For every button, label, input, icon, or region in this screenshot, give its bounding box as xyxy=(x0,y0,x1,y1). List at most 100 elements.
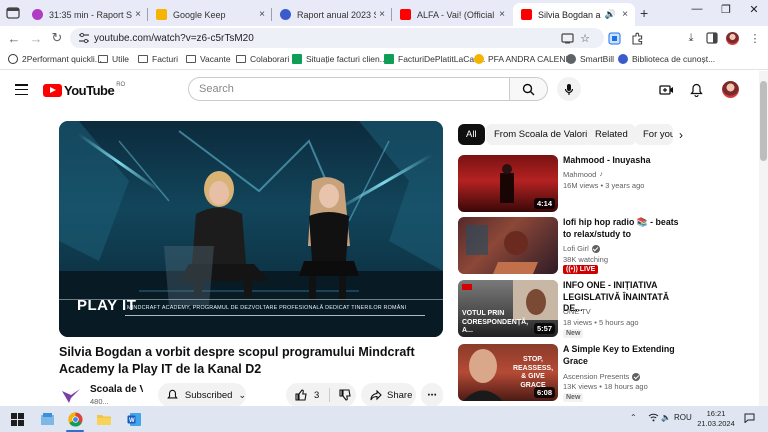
video-thumbnail[interactable]: STOP, REASSESS, & GIVE GRACE 6:08 xyxy=(458,344,558,401)
bookmark-facturi-de-platit[interactable]: FacturiDePlatitLaCas... xyxy=(384,54,485,64)
close-window-icon[interactable]: ✕ xyxy=(744,3,764,16)
close-tab-icon[interactable]: × xyxy=(376,9,388,20)
close-tab-icon[interactable]: × xyxy=(496,9,508,20)
bookmark-folder-vacante[interactable]: Vacante xyxy=(186,54,231,64)
close-tab-icon[interactable]: × xyxy=(256,9,268,20)
video-thumbnail[interactable] xyxy=(458,217,558,274)
browser-tab-strip: 31:35 min - Raport SDV 2... × Google Kee… xyxy=(0,0,768,26)
bookmark-2performant[interactable]: 2Performant quickli... xyxy=(8,54,102,64)
page-scrollbar[interactable] xyxy=(759,71,768,406)
video-thumbnail[interactable]: 4:14 xyxy=(458,155,558,212)
youtube-header: YouTube RO Search xyxy=(0,71,768,109)
recommendation-stats: 38K watching xyxy=(563,255,609,264)
chip-all[interactable]: All xyxy=(458,124,485,145)
bookmark-star-icon[interactable]: ☆ xyxy=(578,31,592,45)
reload-icon[interactable]: ↻ xyxy=(49,30,65,46)
close-tab-icon[interactable]: × xyxy=(619,9,631,20)
browser-menu-icon[interactable]: ⋮ xyxy=(748,31,762,45)
windows-start-icon[interactable] xyxy=(8,410,26,428)
recommendation-title[interactable]: A Simple Key to Extending Grace xyxy=(563,344,683,367)
chevron-up-icon[interactable]: ⌃ xyxy=(630,413,637,422)
close-tab-icon[interactable]: × xyxy=(132,9,144,20)
chip-related[interactable]: Related xyxy=(587,124,636,145)
word-icon[interactable]: W xyxy=(125,410,143,428)
new-tab-button[interactable]: + xyxy=(640,4,648,22)
language-indicator[interactable]: ROU xyxy=(674,413,692,422)
extensions-puzzle-icon[interactable] xyxy=(630,31,644,45)
network-icon[interactable] xyxy=(648,413,659,424)
tab-raport-sdv[interactable]: 31:35 min - Raport SDV 2... × xyxy=(24,3,148,26)
recommendation-title[interactable]: Mahmood - Inuyasha xyxy=(563,155,683,167)
recommendation-title[interactable]: lofi hip hop radio 📚 - beats to relax/st… xyxy=(563,217,683,240)
chip-for-you[interactable]: For you xyxy=(635,124,673,145)
bookmark-situatie-facturi[interactable]: Situație facturi clien... xyxy=(292,54,387,64)
bookmark-folder-utile[interactable]: Utile xyxy=(98,54,129,64)
back-icon[interactable]: ← xyxy=(6,30,22,46)
dislike-thumb-icon[interactable] xyxy=(338,388,352,402)
host-person-image xyxy=(299,177,359,301)
forward-icon[interactable]: → xyxy=(28,30,44,46)
like-thumb-icon[interactable] xyxy=(294,388,308,402)
folder-icon xyxy=(236,55,246,63)
chrome-icon[interactable] xyxy=(66,410,84,428)
notifications-bell-icon[interactable] xyxy=(688,82,704,98)
verified-check-icon xyxy=(591,244,600,253)
notification-center-icon[interactable] xyxy=(744,413,755,425)
profile-avatar-icon[interactable] xyxy=(725,31,739,45)
volume-icon[interactable]: 🔈 xyxy=(661,413,671,422)
restore-icon[interactable]: ❐ xyxy=(716,3,736,16)
tab-alfa-vai[interactable]: ALFA - Vai! (Official Video... × xyxy=(392,3,512,26)
recommendation-item[interactable]: VOTUL PRIN CORESPONDENȚĂ, A... 5:57 INFO… xyxy=(458,280,688,338)
search-input[interactable]: Search xyxy=(188,77,510,101)
channel-logo[interactable] xyxy=(60,385,82,407)
file-explorer-shortcut-icon[interactable] xyxy=(38,410,56,428)
tab-search-icon[interactable] xyxy=(6,4,20,22)
smartbill-icon xyxy=(566,54,576,64)
download-icon[interactable]: ⤓ xyxy=(684,31,698,45)
subscribed-button[interactable]: Subscribed ⌄ xyxy=(158,383,246,407)
channel-name[interactable]: Scoala de Valori xyxy=(90,384,143,395)
chevron-right-icon[interactable]: › xyxy=(679,128,683,142)
create-video-icon[interactable] xyxy=(658,82,674,98)
share-button[interactable]: Share xyxy=(361,383,416,407)
youtube-logo[interactable]: YouTube RO xyxy=(43,82,125,98)
bookmarks-bar: 2Performant quickli... Utile Facturi Vac… xyxy=(0,50,768,70)
bookmark-pfa-andra[interactable]: PFA ANDRA CALENI... xyxy=(474,54,575,64)
bookmark-folder-facturi[interactable]: Facturi xyxy=(138,54,178,64)
tab-raport-anual[interactable]: Raport anual 2023 SDV - ... × xyxy=(272,3,392,26)
recommendation-item[interactable]: STOP, REASSESS, & GIVE GRACE 6:08 A Simp… xyxy=(458,344,688,402)
search-button[interactable] xyxy=(510,77,548,101)
folder-app-icon[interactable] xyxy=(95,410,113,428)
recommendation-channel[interactable]: ONE TV xyxy=(563,306,591,317)
video-player[interactable]: PLAY IT MINDCRAFT ACADEMY, PROGRAMUL DE … xyxy=(59,121,443,337)
more-actions-button[interactable]: ⋯ xyxy=(421,383,443,407)
video-thumbnail[interactable]: VOTUL PRIN CORESPONDENȚĂ, A... 5:57 xyxy=(458,280,558,337)
tab-silvia-bogdan[interactable]: Silvia Bogdan a vorbit 🔊 × xyxy=(513,3,635,26)
address-bar[interactable]: youtube.com/watch?v=z6-c5rTsM20 xyxy=(70,28,604,48)
bookmark-smartbill[interactable]: SmartBill xyxy=(566,54,614,64)
cast-icon[interactable] xyxy=(560,31,574,45)
speaker-icon[interactable]: 🔊 xyxy=(605,9,616,20)
minimize-icon[interactable]: — xyxy=(687,3,707,15)
bookmark-folder-colaborari[interactable]: Colaborari xyxy=(236,54,289,64)
side-panel-icon[interactable] xyxy=(705,31,719,45)
biblioteca-icon xyxy=(618,54,628,64)
account-avatar[interactable] xyxy=(722,81,739,98)
sheets-icon xyxy=(292,54,302,64)
recommendation-channel[interactable]: Mahmood ♪ xyxy=(563,169,603,180)
recommendation-item[interactable]: lofi hip hop radio 📚 - beats to relax/st… xyxy=(458,217,688,275)
voice-search-button[interactable] xyxy=(557,77,581,101)
recommendation-channel[interactable]: Lofi Girl xyxy=(563,243,600,254)
tab-google-keep[interactable]: Google Keep × xyxy=(148,3,272,26)
bookmark-biblioteca[interactable]: Biblioteca de cunoșt... xyxy=(618,54,715,64)
site-info-icon[interactable] xyxy=(78,32,90,44)
microphone-icon xyxy=(564,83,574,95)
recommendation-item[interactable]: 4:14 Mahmood - Inuyasha Mahmood ♪ 16M vi… xyxy=(458,155,688,213)
system-clock[interactable]: 16:21 21.03.2024 xyxy=(693,409,739,429)
folder-icon xyxy=(98,55,108,63)
thumbnail-caption: STOP, REASSESS, & GIVE GRACE xyxy=(512,356,554,389)
extension-icon[interactable] xyxy=(607,31,621,45)
recommendation-stats: 16M views • 3 years ago xyxy=(563,181,645,190)
chip-from-channel[interactable]: From Scoala de Valori xyxy=(486,124,596,145)
menu-hamburger-icon[interactable] xyxy=(15,84,28,96)
